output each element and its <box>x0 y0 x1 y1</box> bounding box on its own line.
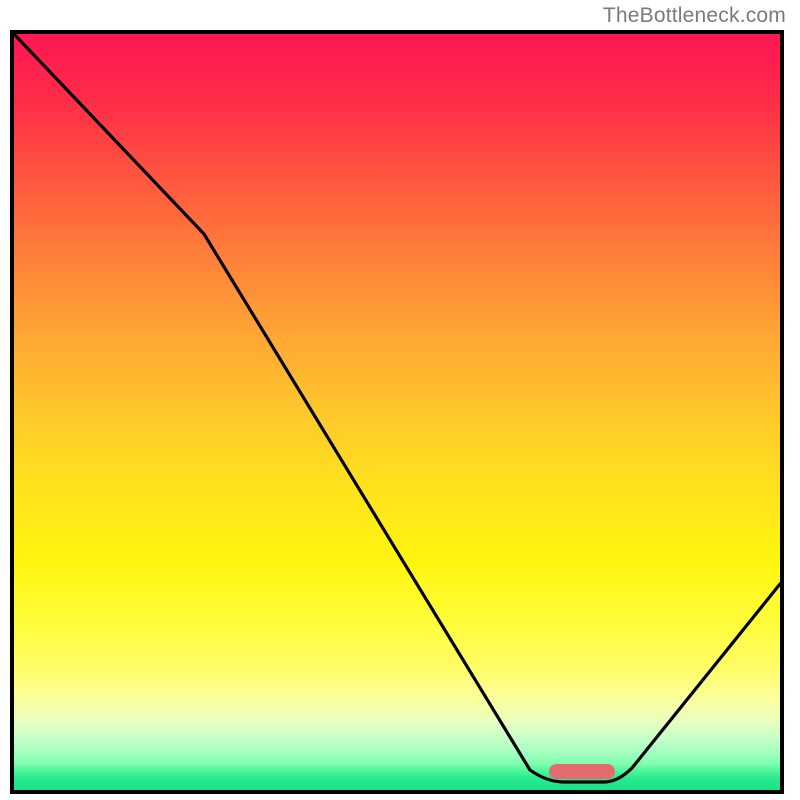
watermark: TheBottleneck.com <box>603 4 786 28</box>
bottleneck-curve <box>14 34 780 790</box>
chart-frame <box>10 30 784 794</box>
bottleneck-curve-path <box>14 34 780 782</box>
